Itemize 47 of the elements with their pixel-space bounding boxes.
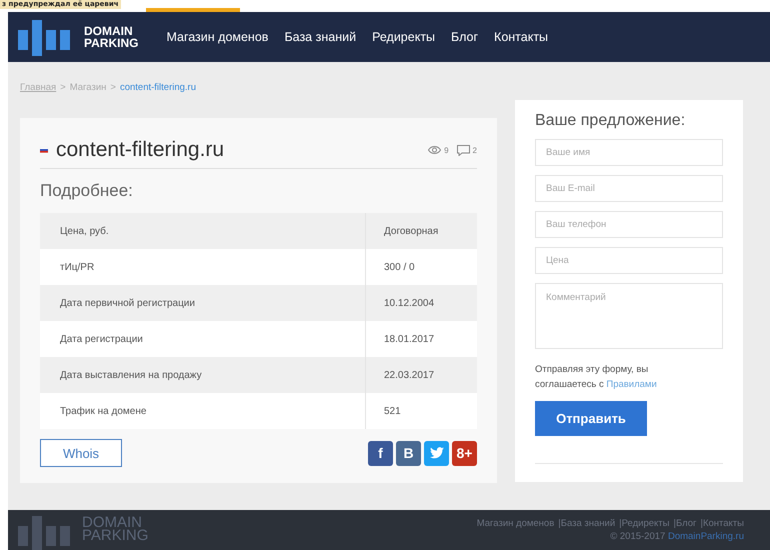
logo-text[interactable]: DOMAIN PARKING <box>84 25 138 49</box>
copyright-text: © 2015-2017 DomainParking.ru <box>610 531 744 542</box>
domain-name: content-filtering.ru <box>56 138 226 162</box>
footer-link[interactable]: |База знаний <box>558 518 616 529</box>
nav-link[interactable]: База знаний <box>276 12 364 62</box>
view-count: 9 <box>444 146 449 154</box>
site-link[interactable]: DomainParking.ru <box>668 531 744 542</box>
breadcrumb-separator: > <box>60 82 66 95</box>
input-field[interactable]: Цена <box>535 247 723 274</box>
row-value: Договорная <box>383 226 438 236</box>
rules-link[interactable]: Правилами <box>606 379 657 390</box>
nav-link[interactable]: Магазин доменов <box>158 12 276 62</box>
footer-link[interactable]: |Контакты <box>700 518 744 529</box>
row-value: 521 <box>383 406 401 416</box>
row-value: 10.12.2004 <box>383 298 434 308</box>
vk-share-button[interactable]: B <box>396 440 421 466</box>
comment-field[interactable]: Комментарий <box>535 283 723 349</box>
bird-icon <box>430 447 444 459</box>
nav-link[interactable]: Блог <box>443 12 486 62</box>
submit-button[interactable]: Отправить <box>535 401 647 436</box>
eye-icon <box>428 146 442 154</box>
form-title: Ваше предложение: <box>535 112 686 130</box>
flag-icon <box>40 147 48 153</box>
breadcrumb-separator: > <box>110 82 116 95</box>
footer-logo-text: DOMAIN PARKING <box>82 514 148 542</box>
facebook-share-button[interactable]: f <box>368 440 393 466</box>
row-value: 300 / 0 <box>383 262 415 272</box>
nav-link[interactable]: Контакты <box>486 12 556 62</box>
breadcrumb-item: content-filtering.ru <box>120 82 196 95</box>
row-value: 18.01.2017 <box>383 334 434 344</box>
gplus-share-button[interactable]: 8+ <box>452 440 477 466</box>
input-field[interactable]: Ваш E-mail <box>535 175 723 202</box>
comment-count: 2 <box>472 146 477 154</box>
breadcrumb-item: Магазин <box>70 82 106 95</box>
nav-link[interactable]: Редиректы <box>364 12 444 62</box>
row-value: 22.03.2017 <box>383 370 434 380</box>
whois-button[interactable]: Whois <box>40 439 122 467</box>
footer-link[interactable]: |Блог <box>673 518 696 529</box>
row-label: Трафик на домене <box>40 393 366 429</box>
input-field[interactable]: Ваш телефон <box>535 211 723 238</box>
footer-link[interactable]: Магазин доменов <box>476 518 554 529</box>
twitter-share-button[interactable] <box>424 440 449 466</box>
input-field[interactable]: Ваше имя <box>535 139 723 166</box>
section-title: Подробнее: <box>40 181 134 201</box>
agreement-text: Отправляя эту форму, вы соглашаетесь с Правилами <box>535 363 658 392</box>
comment-icon <box>456 144 470 156</box>
footer-link[interactable]: |Редиректы <box>619 518 670 529</box>
